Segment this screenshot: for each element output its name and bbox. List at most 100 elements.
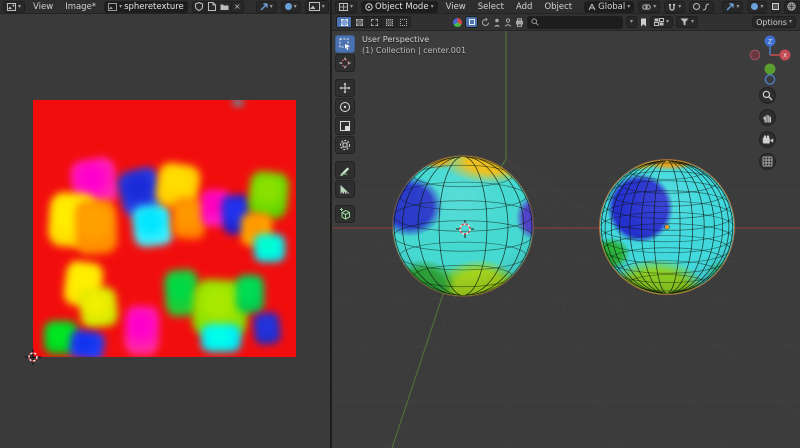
pan-button[interactable] — [759, 109, 776, 126]
overlays-icon — [751, 3, 758, 10]
menu-select[interactable]: Select — [474, 2, 508, 12]
orientation-axes-icon — [588, 3, 596, 11]
tool-select-box[interactable] — [335, 35, 355, 53]
menu-object[interactable]: Object — [540, 2, 576, 12]
sphere-right[interactable] — [600, 160, 734, 294]
viewport-canvas[interactable]: User Perspective (1) Collection | center… — [332, 31, 800, 448]
tool-move[interactable] — [335, 79, 355, 97]
person-icon[interactable] — [493, 18, 501, 27]
image-editor-header: ▾ View Image* ▾ spheretexture — [0, 0, 330, 14]
magnifier-icon — [762, 90, 773, 101]
image-datablock-selector[interactable]: ▾ spheretexture — [104, 1, 188, 13]
image-editor-canvas[interactable] — [0, 14, 330, 448]
select-mode-buttons — [336, 16, 411, 28]
xray-toggle-button[interactable] — [771, 1, 780, 13]
square-toggle-button[interactable] — [465, 16, 478, 28]
select-mode-extend-button[interactable] — [351, 16, 366, 28]
search-icon — [531, 18, 539, 26]
mode-label: Object Mode — [375, 2, 429, 12]
gizmo-minus-x-axis[interactable] — [750, 50, 760, 60]
select-mode-intersect-button[interactable] — [396, 16, 411, 28]
viewport-header: ▾ Object Mode ▾ View Select Add Object G… — [332, 0, 800, 14]
shading-wireframe-button[interactable] — [784, 1, 797, 13]
options-button[interactable]: Options ▾ — [752, 16, 796, 28]
texture-patch — [233, 100, 244, 105]
menu-add[interactable]: Add — [512, 2, 536, 12]
chevron-down-icon: ▾ — [18, 4, 21, 10]
viewport-overlay-text: User Perspective (1) Collection | center… — [362, 34, 466, 56]
pivot-point-dropdown[interactable]: ▾ — [638, 1, 660, 13]
layers-icon — [654, 18, 664, 26]
tool-cursor[interactable] — [335, 54, 355, 72]
image-editor-icon — [7, 3, 16, 11]
orientation-label: Global — [598, 2, 625, 12]
person-outline-icon[interactable] — [504, 18, 512, 27]
select-extend-icon — [356, 19, 363, 26]
texture-image[interactable] — [33, 100, 296, 357]
perspective-toggle-button[interactable] — [759, 153, 776, 170]
menu-view[interactable]: View — [442, 2, 470, 12]
gizmo-z-label: Z — [768, 38, 772, 45]
cursor-tool-icon — [339, 57, 351, 69]
printer-icon[interactable] — [515, 18, 524, 27]
unlink-image-button[interactable]: × — [231, 1, 244, 13]
mode-dropdown[interactable]: Object Mode ▾ — [361, 1, 438, 13]
new-file-icon — [208, 2, 216, 11]
2d-cursor — [25, 349, 41, 365]
select-mode-subtract-button[interactable] — [366, 16, 381, 28]
cycle-icon[interactable] — [481, 18, 490, 27]
display-channels-button[interactable]: ▾ — [305, 0, 329, 13]
annotate-pencil-icon — [339, 164, 351, 176]
tool-measure[interactable] — [335, 180, 355, 198]
viewport-toolbar — [335, 35, 355, 223]
collections-dropdown-button[interactable]: ▾ — [650, 16, 673, 28]
search-field[interactable] — [527, 16, 623, 29]
select-box-icon — [339, 38, 351, 50]
tool-transform[interactable] — [335, 136, 355, 154]
editor-type-button[interactable]: ▾ — [335, 1, 357, 13]
bookmark-icon[interactable] — [640, 18, 647, 27]
image-editor-panel: ▾ View Image* ▾ spheretexture — [0, 0, 330, 448]
tool-scale[interactable] — [335, 117, 355, 135]
camera-view-button[interactable] — [759, 131, 776, 148]
tool-add-primitive[interactable] — [335, 205, 355, 223]
select-invert-icon — [386, 19, 393, 26]
wireframe-sphere-icon — [787, 2, 796, 11]
open-image-button[interactable] — [218, 1, 231, 13]
texture-patch — [74, 199, 119, 255]
tool-annotate[interactable] — [335, 161, 355, 179]
snap-toggle-button[interactable]: ▾ — [664, 1, 685, 13]
menu-image[interactable]: Image* — [61, 2, 100, 12]
show-overlays-button[interactable]: ▾ — [747, 1, 767, 13]
tool-rotate[interactable] — [335, 98, 355, 116]
transform-orientation-dropdown[interactable]: Global ▾ — [584, 1, 634, 13]
show-gizmo-button[interactable]: ▾ — [722, 1, 743, 13]
select-mode-invert-button[interactable] — [381, 16, 396, 28]
overlays-toggle-button[interactable]: ▾ — [281, 1, 301, 13]
falloff-curve-icon — [702, 3, 710, 11]
texture-patch — [254, 234, 286, 262]
new-image-button[interactable] — [205, 1, 218, 13]
gizmo-x-label: X — [783, 52, 787, 59]
menu-view[interactable]: View — [29, 2, 57, 12]
filter-dropdown-button[interactable]: ▾ — [676, 16, 698, 28]
gizmo-y-axis[interactable] — [765, 64, 776, 75]
blender-window: ▾ View Image* ▾ spheretexture — [0, 0, 800, 448]
object-origin — [665, 225, 669, 229]
fake-user-button[interactable] — [192, 1, 205, 13]
viewport-panel: ▾ Object Mode ▾ View Select Add Object G… — [330, 0, 800, 448]
editor-type-button[interactable]: ▾ — [3, 1, 25, 13]
texture-patch — [131, 203, 175, 248]
add-cube-icon — [339, 208, 351, 220]
texture-patch — [201, 324, 240, 352]
sort-dropdown-button[interactable]: ▾ — [626, 16, 637, 28]
select-mode-set-button[interactable] — [336, 16, 351, 28]
gizmos-toggle-button[interactable]: ▾ — [256, 1, 277, 13]
navigation-gizmo[interactable]: Z X — [748, 33, 792, 87]
proportional-edit-group[interactable] — [689, 1, 714, 13]
color-ball-icon[interactable] — [453, 18, 462, 27]
gizmo-minus-z-axis[interactable] — [765, 75, 774, 84]
measure-icon — [339, 183, 351, 195]
select-subtract-icon — [371, 19, 378, 26]
zoom-button[interactable] — [759, 87, 776, 104]
